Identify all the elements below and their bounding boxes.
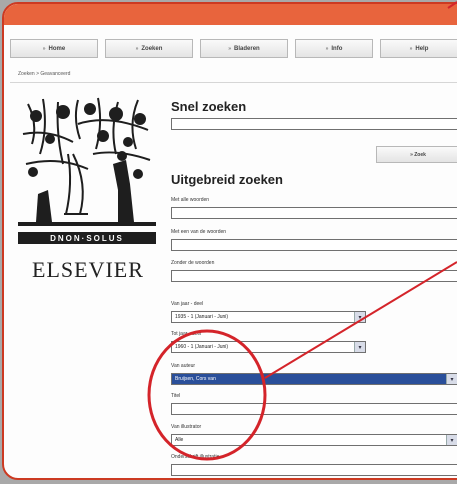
year-to-value: 1960 - 1 (Januari - Juni) — [175, 344, 229, 350]
without-words-label: Zonder de woorden — [171, 260, 215, 266]
advanced-search-title: Uitgebreid zoeken — [171, 172, 283, 187]
nav-home-label: Home — [48, 45, 66, 52]
year-from-value: 1935 - 1 (Januari - Juni) — [175, 314, 229, 320]
dropdown-arrow-icon: ▾ — [354, 342, 365, 352]
year-from-label: Van jaar - deel — [171, 301, 204, 307]
divider — [10, 82, 457, 83]
dropdown-arrow-icon: ▾ — [446, 374, 457, 384]
nav-bladeren-label: Bladeren — [234, 45, 260, 52]
title-label: Titel — [171, 393, 181, 399]
arrow-icon: » — [228, 45, 232, 52]
all-words-input[interactable] — [171, 207, 457, 219]
year-to-select[interactable]: 1960 - 1 (Januari - Juni) ▾ — [171, 341, 366, 353]
nav-zoeken-button[interactable]: » Zoeken — [105, 39, 193, 58]
illustrator-select[interactable]: Alle ▾ — [171, 434, 457, 446]
caption-input[interactable] — [171, 464, 457, 476]
illustrator-value: Alle — [175, 437, 184, 443]
author-select[interactable]: Bruijsen, Cors van ▾ — [171, 373, 457, 385]
zoek-button[interactable]: » Zoek — [376, 146, 457, 163]
top-bar — [4, 4, 457, 25]
arrow-icon: » — [409, 45, 413, 52]
nav-info-button[interactable]: » Info — [295, 39, 373, 58]
dropdown-arrow-icon: ▾ — [446, 435, 457, 445]
author-label: Van auteur — [171, 363, 196, 369]
elsevier-wordmark: ELSEVIER — [32, 257, 144, 282]
nav-info-label: Info — [331, 45, 343, 52]
breadcrumb: Zoeken > Geavanceerd — [18, 71, 71, 77]
quick-search-title: Snel zoeken — [171, 99, 247, 114]
all-words-label: Met alle woorden — [171, 197, 210, 203]
elsevier-tree-logo: DNON·SOLUS — [18, 94, 156, 244]
browser-frame: » Home » Zoeken » Bladeren » Info » Help… — [2, 2, 457, 480]
arrow-icon: » — [325, 45, 329, 52]
arrow-icon: » — [135, 45, 139, 52]
illustrator-label: Van illustrator — [171, 424, 202, 430]
title-input[interactable] — [171, 403, 457, 415]
nav-zoeken-label: Zoeken — [141, 45, 163, 52]
nav-bladeren-button[interactable]: » Bladeren — [200, 39, 288, 58]
any-word-label: Met een van de woorden — [171, 229, 227, 235]
nav-help-label: Help — [415, 45, 429, 52]
quick-search-input[interactable] — [171, 118, 457, 130]
without-words-input[interactable] — [171, 270, 457, 282]
caption-label: Onderschrift illustratie — [171, 454, 220, 460]
nav-home-button[interactable]: » Home — [10, 39, 98, 58]
nav-help-button[interactable]: » Help — [380, 39, 457, 58]
year-to-label: Tot jaar - deel — [171, 331, 202, 337]
any-word-input[interactable] — [171, 239, 457, 251]
arrow-icon: » — [42, 45, 46, 52]
main-nav: » Home » Zoeken » Bladeren » Info » Help — [4, 39, 457, 61]
year-from-select[interactable]: 1935 - 1 (Januari - Juni) ▾ — [171, 311, 366, 323]
logo-band-text: DNON·SOLUS — [50, 234, 124, 243]
dropdown-arrow-icon: ▾ — [354, 312, 365, 322]
author-value: Bruijsen, Cors van — [175, 376, 216, 382]
